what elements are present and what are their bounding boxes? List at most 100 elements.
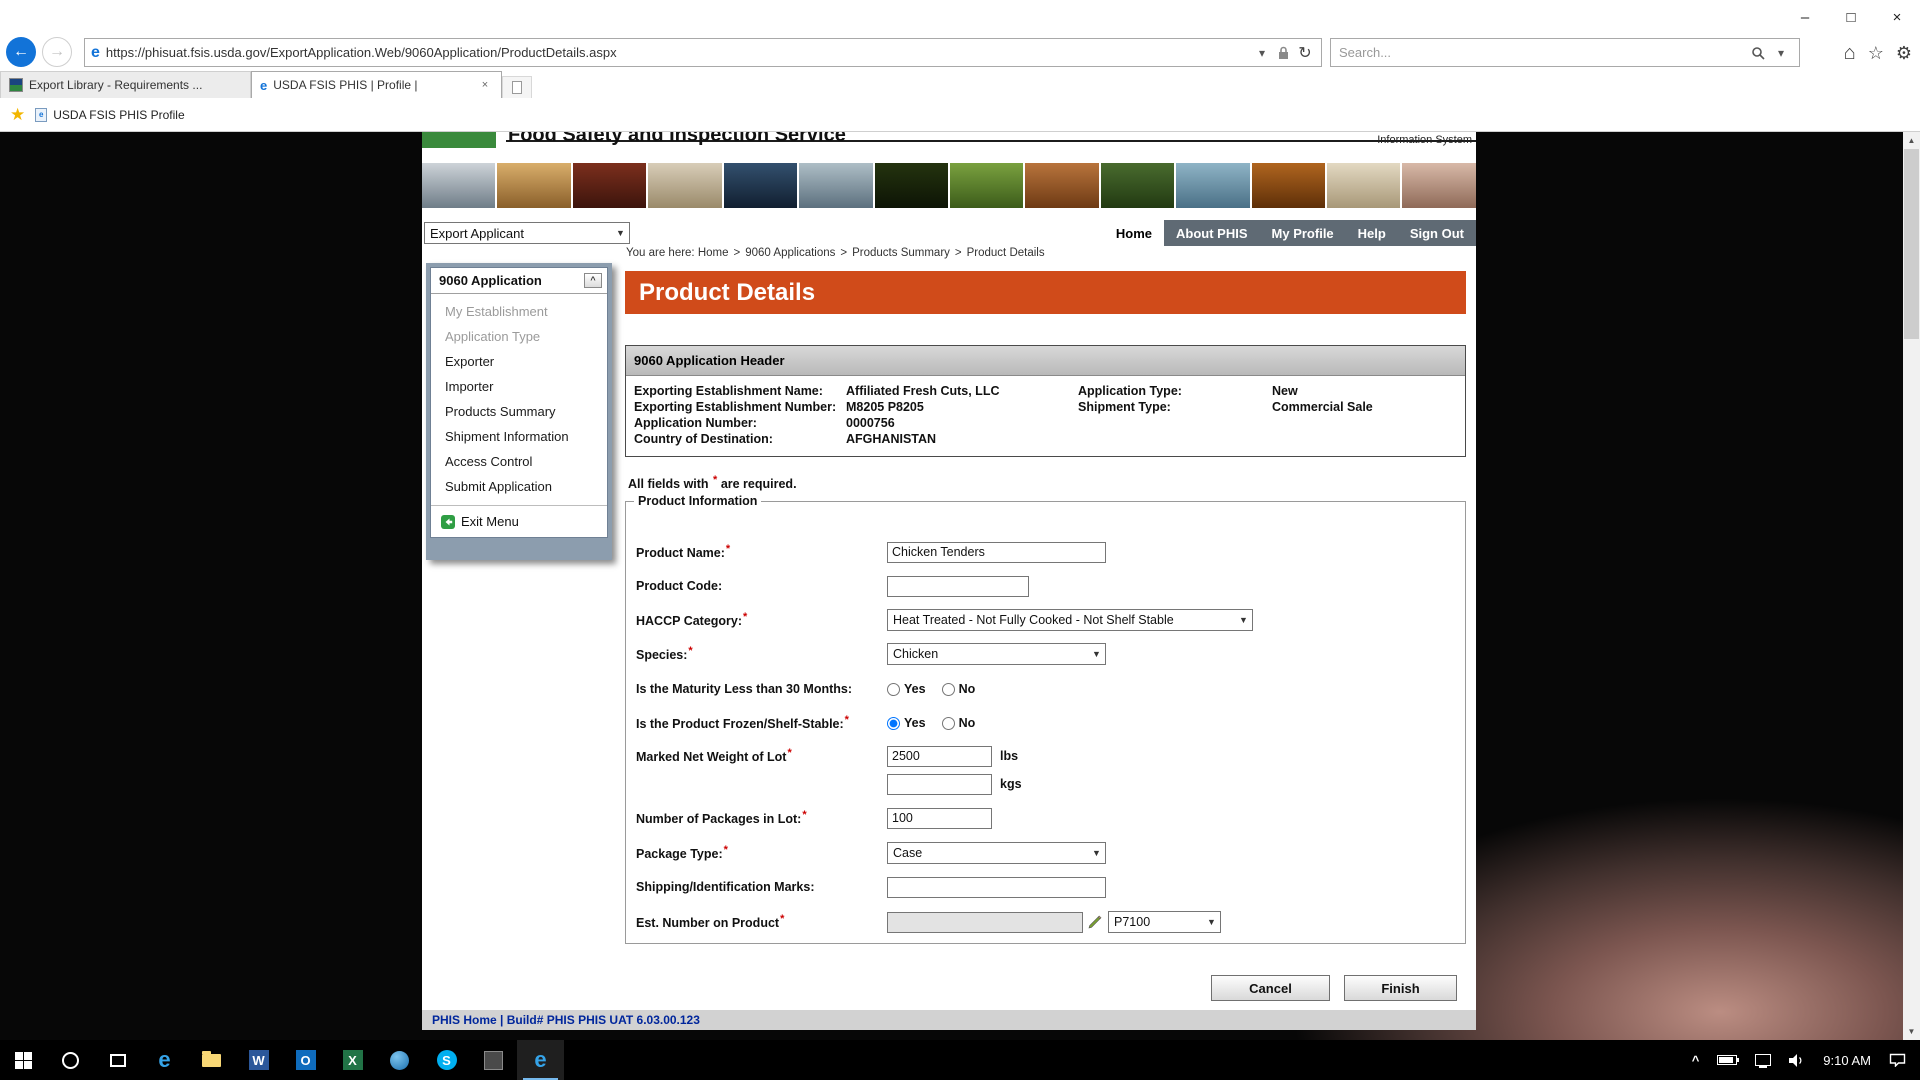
- species-select[interactable]: Chicken ▼: [887, 643, 1106, 665]
- exit-menu-button[interactable]: Exit Menu: [431, 505, 607, 537]
- settings-gear-icon[interactable]: ⚙: [1896, 44, 1912, 62]
- action-center-icon[interactable]: [1889, 1053, 1906, 1067]
- frozen-yes-option[interactable]: Yes: [887, 716, 926, 730]
- nav-home[interactable]: Home: [1104, 220, 1164, 246]
- package-type-select[interactable]: Case ▼: [887, 842, 1106, 864]
- sidebar-item-products-summary[interactable]: Products Summary: [431, 399, 607, 424]
- required-asterisk: *: [845, 714, 849, 726]
- task-view-button[interactable]: [94, 1040, 141, 1080]
- maturity-row: Is the Maturity Less than 30 Months: Yes…: [636, 678, 1455, 700]
- finish-button[interactable]: Finish: [1344, 975, 1457, 1001]
- breadcrumb-9060-applications[interactable]: 9060 Applications: [745, 247, 835, 259]
- sidebar-item-access-control[interactable]: Access Control: [431, 449, 607, 474]
- maturity-yes-radio[interactable]: [887, 683, 900, 696]
- frozen-yes-radio[interactable]: [887, 717, 900, 730]
- ie-taskbar-button[interactable]: e: [517, 1040, 564, 1080]
- browser-window: – □ × ← → e https://phisuat.fsis.usda.go…: [0, 0, 1920, 1040]
- cancel-button[interactable]: Cancel: [1211, 975, 1330, 1001]
- url-text[interactable]: https://phisuat.fsis.usda.gov/ExportAppl…: [106, 45, 1246, 60]
- outlook-button[interactable]: O: [282, 1040, 329, 1080]
- nav-my-profile[interactable]: My Profile: [1260, 220, 1346, 246]
- monitor-icon[interactable]: [1755, 1054, 1771, 1066]
- scroll-up-icon[interactable]: ▲: [1903, 132, 1920, 149]
- breadcrumb-separator: >: [955, 247, 962, 259]
- browser-tab-phis-active[interactable]: e USDA FSIS PHIS | Profile | ×: [251, 71, 502, 98]
- home-icon[interactable]: ⌂: [1844, 43, 1856, 63]
- url-dropdown-icon[interactable]: ▾: [1252, 46, 1272, 60]
- sidebar-item-application-type: Application Type: [431, 324, 607, 349]
- haccp-category-select[interactable]: Heat Treated - Not Fully Cooked - Not Sh…: [887, 609, 1253, 631]
- browser-back-button[interactable]: ←: [6, 37, 36, 67]
- sidebar-item-submit-application[interactable]: Submit Application: [431, 474, 607, 499]
- maturity-no-option[interactable]: No: [942, 682, 976, 696]
- page-title: Product Details: [625, 271, 1466, 314]
- browser-tab-export-library[interactable]: Export Library - Requirements ...: [0, 71, 251, 98]
- minimize-button[interactable]: –: [1782, 0, 1828, 34]
- product-code-input[interactable]: [887, 576, 1029, 597]
- nav-help[interactable]: Help: [1346, 220, 1398, 246]
- shipping-marks-input[interactable]: [887, 877, 1106, 898]
- close-button[interactable]: ×: [1874, 0, 1920, 34]
- address-bar[interactable]: e https://phisuat.fsis.usda.gov/ExportAp…: [84, 38, 1322, 67]
- banner-photo: [1101, 163, 1174, 208]
- nav-about-phis[interactable]: About PHIS: [1164, 220, 1260, 246]
- sidebar-item-shipment-information[interactable]: Shipment Information: [431, 424, 607, 449]
- role-select-value: Export Applicant: [430, 226, 524, 241]
- select-value: Case: [893, 846, 922, 860]
- tab-close-icon[interactable]: ×: [477, 79, 493, 91]
- word-button[interactable]: W: [235, 1040, 282, 1080]
- edit-pencil-icon[interactable]: [1088, 915, 1102, 929]
- breadcrumb-products-summary[interactable]: Products Summary: [852, 247, 950, 259]
- new-tab-button[interactable]: [502, 76, 532, 98]
- role-select[interactable]: Export Applicant ▼: [424, 222, 630, 244]
- vertical-scrollbar[interactable]: ▲ ▼: [1903, 132, 1920, 1040]
- app-button[interactable]: [470, 1040, 517, 1080]
- radio-label: Yes: [904, 716, 926, 730]
- globe-app-button[interactable]: [376, 1040, 423, 1080]
- chevron-down-icon: ▼: [1203, 917, 1220, 927]
- product-name-input[interactable]: [887, 542, 1106, 563]
- sidebar-menu: My Establishment Application Type Export…: [431, 294, 607, 501]
- frozen-no-radio[interactable]: [942, 717, 955, 730]
- sidebar-item-exporter[interactable]: Exporter: [431, 349, 607, 374]
- maturity-no-radio[interactable]: [942, 683, 955, 696]
- add-favorite-icon[interactable]: ★: [10, 105, 25, 125]
- cortana-search-button[interactable]: [47, 1040, 94, 1080]
- banner-photo: [1327, 163, 1400, 208]
- scrollbar-thumb[interactable]: [1904, 149, 1919, 339]
- net-weight-kgs-input[interactable]: [887, 774, 992, 795]
- scroll-down-icon[interactable]: ▼: [1903, 1023, 1920, 1040]
- required-asterisk: *: [713, 474, 717, 486]
- hidden-icons-chevron[interactable]: ^: [1692, 1053, 1700, 1068]
- browser-address-row: ← → e https://phisuat.fsis.usda.gov/Expo…: [0, 34, 1920, 71]
- start-button[interactable]: [0, 1040, 47, 1080]
- search-icon[interactable]: [1751, 46, 1765, 60]
- species-label: Species:*: [636, 645, 887, 662]
- breadcrumb: You are here: Home>9060 Applications>Pro…: [626, 247, 1045, 259]
- speaker-icon[interactable]: [1789, 1054, 1805, 1067]
- maximize-button[interactable]: □: [1828, 0, 1874, 34]
- breadcrumb-home[interactable]: Home: [698, 247, 729, 259]
- search-input[interactable]: [1339, 45, 1745, 60]
- phis-home-link[interactable]: PHIS Home: [432, 1013, 497, 1027]
- est-number-select[interactable]: P7100 ▼: [1108, 911, 1221, 933]
- sidebar-item-importer[interactable]: Importer: [431, 374, 607, 399]
- maturity-yes-option[interactable]: Yes: [887, 682, 926, 696]
- frozen-no-option[interactable]: No: [942, 716, 976, 730]
- skype-button[interactable]: S: [423, 1040, 470, 1080]
- battery-icon[interactable]: [1717, 1055, 1737, 1065]
- favorites-bar-item[interactable]: e USDA FSIS PHIS Profile: [35, 108, 184, 122]
- packages-input[interactable]: [887, 808, 992, 829]
- search-dropdown-icon[interactable]: ▾: [1771, 46, 1791, 60]
- browser-forward-button[interactable]: →: [42, 37, 72, 67]
- net-weight-lbs-input[interactable]: [887, 746, 992, 767]
- favorites-icon[interactable]: ☆: [1868, 44, 1884, 62]
- collapse-chevron-icon[interactable]: ^: [584, 273, 602, 288]
- nav-sign-out[interactable]: Sign Out: [1398, 220, 1476, 246]
- taskbar-clock[interactable]: 9:10 AM: [1823, 1053, 1871, 1068]
- excel-button[interactable]: X: [329, 1040, 376, 1080]
- required-fields-note: All fields with * are required.: [628, 474, 797, 491]
- file-explorer-button[interactable]: [188, 1040, 235, 1080]
- edge-taskbar-button[interactable]: e: [141, 1040, 188, 1080]
- refresh-button[interactable]: ↻: [1295, 43, 1315, 63]
